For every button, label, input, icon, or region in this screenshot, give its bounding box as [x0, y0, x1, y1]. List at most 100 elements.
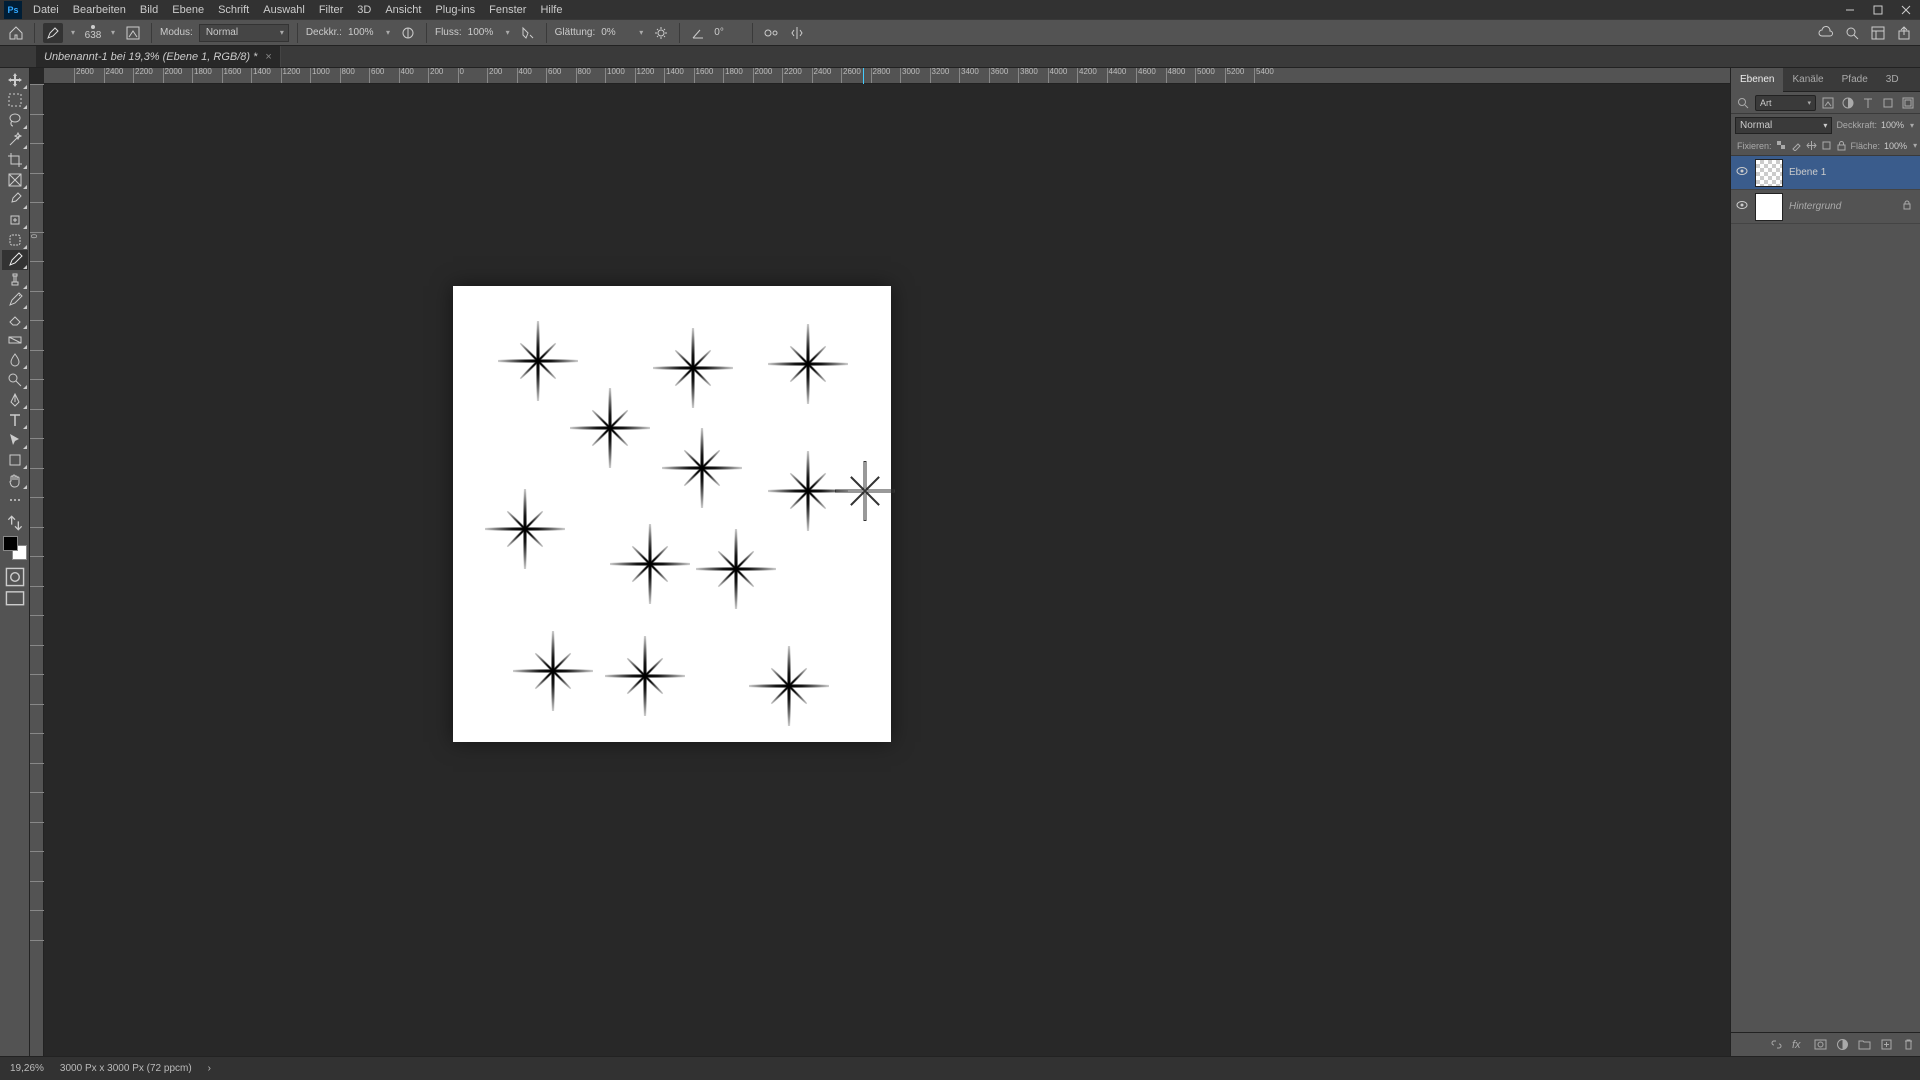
menu-bearbeiten[interactable]: Bearbeiten: [66, 1, 133, 19]
airbrush-button[interactable]: [518, 23, 538, 43]
menu-ebene[interactable]: Ebene: [165, 1, 211, 19]
home-icon[interactable]: [6, 23, 26, 43]
fill-value[interactable]: 100%: [1884, 141, 1907, 151]
filter-smart-icon[interactable]: [1900, 95, 1916, 111]
menu-datei[interactable]: Datei: [26, 1, 66, 19]
path-select-tool[interactable]: [2, 430, 28, 450]
brush-tool[interactable]: [2, 250, 28, 270]
brush-size-value[interactable]: 638: [85, 30, 102, 41]
symmetry-button[interactable]: [787, 23, 807, 43]
layer-blend-dropdown[interactable]: Normal: [1735, 117, 1832, 134]
gradient-tool[interactable]: [2, 330, 28, 350]
layer-filter-dropdown[interactable]: Art: [1755, 95, 1816, 111]
flow-value[interactable]: 100%: [468, 27, 498, 38]
menu-schrift[interactable]: Schrift: [211, 1, 256, 19]
dodge-tool[interactable]: [2, 370, 28, 390]
shape-tool[interactable]: [2, 450, 28, 470]
lock-artboard-icon[interactable]: [1821, 139, 1832, 153]
panel-tab-ebenen[interactable]: Ebenen: [1731, 68, 1783, 92]
horizontal-ruler[interactable]: 2600240022002000180016001400120010008006…: [44, 68, 1730, 84]
screenmode-button[interactable]: [5, 590, 25, 608]
menu-plug-ins[interactable]: Plug-ins: [428, 1, 482, 19]
smoothing-options-button[interactable]: [651, 23, 671, 43]
text-tool[interactable]: [2, 410, 28, 430]
lock-all-icon[interactable]: [1836, 139, 1847, 153]
patch-tool[interactable]: [2, 230, 28, 250]
mask-icon[interactable]: [1812, 1037, 1828, 1053]
frame-tool[interactable]: [2, 170, 28, 190]
quickmask-button[interactable]: [5, 568, 25, 586]
share-icon[interactable]: [1894, 23, 1914, 43]
pen-tool[interactable]: [2, 390, 28, 410]
filter-pixel-icon[interactable]: [1820, 95, 1836, 111]
lock-paint-icon[interactable]: [1791, 139, 1802, 153]
visibility-toggle[interactable]: [1735, 200, 1749, 213]
smoothing-value[interactable]: 0%: [601, 27, 631, 38]
swap-colors-icon[interactable]: [5, 514, 25, 532]
move-tool[interactable]: [2, 70, 28, 90]
opacity-value[interactable]: 100%: [348, 27, 378, 38]
search-icon[interactable]: [1842, 23, 1862, 43]
layer-thumbnail[interactable]: [1755, 193, 1783, 221]
lasso-tool[interactable]: [2, 110, 28, 130]
visibility-toggle[interactable]: [1735, 166, 1749, 179]
document-canvas[interactable]: [453, 286, 891, 742]
menu-auswahl[interactable]: Auswahl: [256, 1, 312, 19]
panel-tab-kanäle[interactable]: Kanäle: [1783, 68, 1832, 92]
layer-row[interactable]: Hintergrund: [1731, 190, 1920, 224]
size-pressure-button[interactable]: [761, 23, 781, 43]
menu-hilfe[interactable]: Hilfe: [533, 1, 569, 19]
eraser-tool[interactable]: [2, 310, 28, 330]
lock-trans-icon[interactable]: [1776, 139, 1787, 153]
adjustment-icon[interactable]: [1834, 1037, 1850, 1053]
menu-3d[interactable]: 3D: [350, 1, 378, 19]
trash-icon[interactable]: [1900, 1037, 1916, 1053]
menu-filter[interactable]: Filter: [312, 1, 350, 19]
panel-tab-pfade[interactable]: Pfade: [1833, 68, 1877, 92]
eyedropper-tool[interactable]: [2, 190, 28, 210]
status-arrow[interactable]: ›: [208, 1063, 211, 1074]
cloud-icon[interactable]: [1816, 23, 1836, 43]
document-tab[interactable]: Unbenannt-1 bei 19,3% (Ebene 1, RGB/8) *…: [36, 46, 281, 67]
layer-opacity-value[interactable]: 100%: [1881, 120, 1904, 130]
color-swatches[interactable]: [3, 536, 27, 560]
filter-shape-icon[interactable]: [1880, 95, 1896, 111]
opacity-pressure-button[interactable]: [398, 23, 418, 43]
panel-tab-3d[interactable]: 3D: [1877, 68, 1908, 92]
minimize-button[interactable]: [1836, 1, 1864, 19]
heal-tool[interactable]: [2, 210, 28, 230]
wand-tool[interactable]: [2, 130, 28, 150]
menu-bild[interactable]: Bild: [133, 1, 165, 19]
menu-fenster[interactable]: Fenster: [482, 1, 533, 19]
workspace-icon[interactable]: [1868, 23, 1888, 43]
current-tool-icon[interactable]: [43, 23, 63, 43]
doc-info[interactable]: 3000 Px x 3000 Px (72 ppcm): [60, 1063, 192, 1074]
close-tab-button[interactable]: ×: [265, 51, 271, 63]
maximize-button[interactable]: [1864, 1, 1892, 19]
filter-adjust-icon[interactable]: [1840, 95, 1856, 111]
history-brush-tool[interactable]: [2, 290, 28, 310]
angle-value[interactable]: 0°: [714, 27, 744, 38]
lock-move-icon[interactable]: [1806, 139, 1817, 153]
brush-picker-dropdown[interactable]: ▾: [109, 28, 117, 37]
stamp-tool[interactable]: [2, 270, 28, 290]
filter-text-icon[interactable]: [1860, 95, 1876, 111]
new-layer-icon[interactable]: [1878, 1037, 1894, 1053]
blur-tool[interactable]: [2, 350, 28, 370]
layer-name[interactable]: Hintergrund: [1789, 201, 1841, 212]
fx-icon[interactable]: fx: [1790, 1037, 1806, 1053]
menu-ansicht[interactable]: Ansicht: [378, 1, 428, 19]
brush-panel-button[interactable]: [123, 23, 143, 43]
marquee-tool[interactable]: [2, 90, 28, 110]
hand-tool[interactable]: [2, 470, 28, 490]
vertical-ruler[interactable]: 0: [30, 84, 44, 1056]
layer-thumbnail[interactable]: [1755, 159, 1783, 187]
canvas-viewport[interactable]: 2600240022002000180016001400120010008006…: [30, 68, 1730, 1056]
crop-tool[interactable]: [2, 150, 28, 170]
group-icon[interactable]: [1856, 1037, 1872, 1053]
layer-row[interactable]: Ebene 1: [1731, 156, 1920, 190]
dots-tool[interactable]: [2, 490, 28, 510]
layer-name[interactable]: Ebene 1: [1789, 167, 1826, 178]
angle-icon[interactable]: [688, 23, 708, 43]
close-window-button[interactable]: [1892, 1, 1920, 19]
